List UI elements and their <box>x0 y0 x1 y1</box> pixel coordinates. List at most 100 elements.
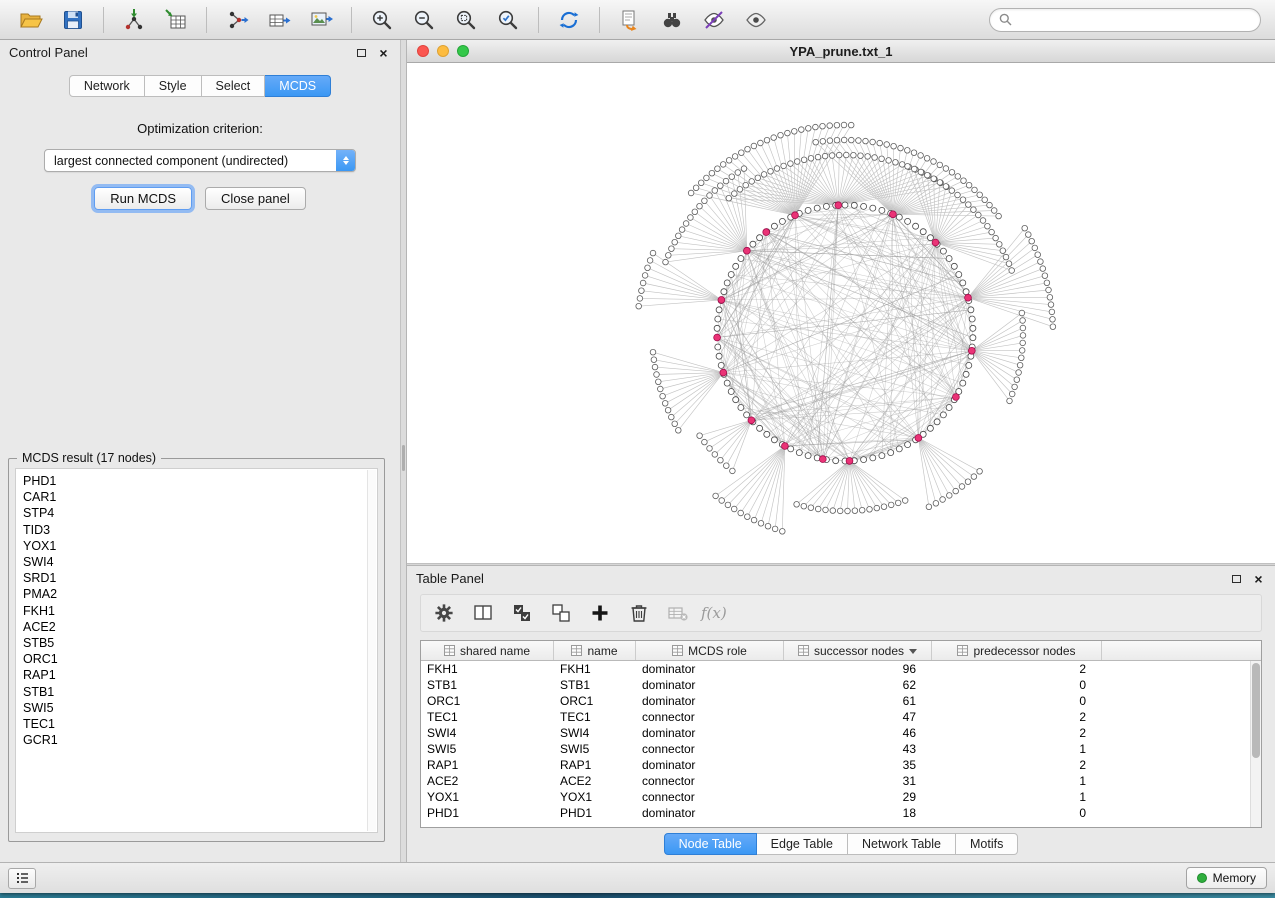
mcds-result-item[interactable]: TEC1 <box>23 716 377 732</box>
result-list-scrollbar[interactable] <box>367 470 376 831</box>
table-panel: Table Panel × f(x) shared namenameMCDS r… <box>407 566 1275 862</box>
zoom-selected-button[interactable] <box>487 4 529 36</box>
save-session-button[interactable] <box>52 4 94 36</box>
table-row[interactable]: TEC1TEC1connector472 <box>421 709 1250 725</box>
mcds-result-item[interactable]: STB1 <box>23 684 377 700</box>
mcds-result-item[interactable]: PMA2 <box>23 586 377 602</box>
network-window-titlebar[interactable]: YPA_prune.txt_1 <box>407 40 1275 63</box>
function-builder-button[interactable]: f(x) <box>701 604 727 622</box>
export-network-icon <box>225 8 249 32</box>
zoom-out-button[interactable] <box>403 4 445 36</box>
mcds-result-item[interactable]: RAP1 <box>23 667 377 683</box>
hide-details-button[interactable] <box>693 4 735 36</box>
mcds-result-item[interactable]: SWI5 <box>23 700 377 716</box>
table-row[interactable]: FKH1FKH1dominator962 <box>421 661 1250 677</box>
main-toolbar <box>0 0 1275 40</box>
mcds-result-item[interactable]: ORC1 <box>23 651 377 667</box>
mcds-result-item[interactable]: CAR1 <box>23 489 377 505</box>
network-canvas[interactable] <box>407 63 1275 563</box>
close-panel-action-button[interactable]: Close panel <box>205 187 306 210</box>
show-details-button[interactable] <box>735 4 777 36</box>
table-toolbar: f(x) <box>420 594 1262 632</box>
export-network-button[interactable] <box>216 4 258 36</box>
float-panel-button[interactable] <box>354 45 369 60</box>
table-row[interactable]: ORC1ORC1dominator610 <box>421 693 1250 709</box>
run-mcds-button[interactable]: Run MCDS <box>94 187 192 210</box>
search-input[interactable] <box>1018 13 1251 27</box>
sort-menu-chevron-icon[interactable] <box>909 649 917 658</box>
mcds-result-item[interactable]: PHD1 <box>23 473 377 489</box>
mcds-result-item[interactable]: GCR1 <box>23 732 377 748</box>
tab-network[interactable]: Network <box>69 75 145 97</box>
toolbar-icon-groups <box>10 4 777 36</box>
table-tab-edge-table[interactable]: Edge Table <box>757 833 848 855</box>
memory-button[interactable]: Memory <box>1186 867 1267 889</box>
first-neighbors-button[interactable] <box>651 4 693 36</box>
column-header-mcds-role[interactable]: MCDS role <box>636 641 784 660</box>
column-type-icon <box>571 645 582 656</box>
close-window-button[interactable] <box>417 45 429 57</box>
tab-mcds[interactable]: MCDS <box>265 75 331 97</box>
mcds-result-item[interactable]: ACE2 <box>23 619 377 635</box>
import-table-button[interactable] <box>155 4 197 36</box>
tab-style[interactable]: Style <box>145 75 202 97</box>
column-header-successor-nodes[interactable]: successor nodes <box>784 641 932 660</box>
column-header-predecessor-nodes[interactable]: predecessor nodes <box>932 641 1102 660</box>
mcds-result-item[interactable]: TID3 <box>23 522 377 538</box>
table-scrollbar[interactable] <box>1250 661 1261 827</box>
panel-menu-button[interactable] <box>8 868 36 889</box>
table-tab-motifs[interactable]: Motifs <box>956 833 1018 855</box>
table-panel-title: Table Panel <box>416 571 1222 586</box>
search-box[interactable] <box>989 8 1261 32</box>
toggle-columns-icon <box>471 601 495 625</box>
zoom-fit-button[interactable] <box>445 4 487 36</box>
table-row[interactable]: SWI5SWI5connector431 <box>421 741 1250 757</box>
minimize-window-button[interactable] <box>437 45 449 57</box>
maximize-window-button[interactable] <box>457 45 469 57</box>
clone-network-button[interactable] <box>609 4 651 36</box>
table-tab-network-table[interactable]: Network Table <box>848 833 956 855</box>
deselect-all-rows-button[interactable] <box>544 598 578 628</box>
export-table-button[interactable] <box>258 4 300 36</box>
tab-select[interactable]: Select <box>202 75 266 97</box>
close-panel-button[interactable]: × <box>376 45 391 60</box>
open-session-button[interactable] <box>10 4 52 36</box>
cell-predecessor_nodes: 1 <box>932 773 1102 789</box>
mcds-result-list[interactable]: PHD1CAR1STP4TID3YOX1SWI4SRD1PMA2FKH1ACE2… <box>15 468 378 833</box>
panel-splitter[interactable] <box>400 40 407 862</box>
network-graph <box>407 63 1275 563</box>
import-network-button[interactable] <box>113 4 155 36</box>
optimization-criterion-select[interactable]: largest connected component (undirected) <box>44 149 356 172</box>
mcds-result-item[interactable]: STB5 <box>23 635 377 651</box>
add-row-button[interactable] <box>583 598 617 628</box>
mcds-result-item[interactable]: STP4 <box>23 505 377 521</box>
row-batch-disabled-button[interactable] <box>661 598 695 628</box>
float-table-panel-button[interactable] <box>1229 571 1244 586</box>
table-settings-button[interactable] <box>427 598 461 628</box>
hide-details-icon <box>702 8 726 32</box>
table-tab-node-table[interactable]: Node Table <box>664 833 757 855</box>
table-row[interactable]: PHD1PHD1dominator180 <box>421 805 1250 821</box>
mcds-result-item[interactable]: SWI4 <box>23 554 377 570</box>
mcds-result-item[interactable]: SRD1 <box>23 570 377 586</box>
zoom-in-button[interactable] <box>361 4 403 36</box>
mcds-result-item[interactable]: YOX1 <box>23 538 377 554</box>
column-header-shared-name[interactable]: shared name <box>421 641 554 660</box>
table-row[interactable]: ACE2ACE2connector311 <box>421 773 1250 789</box>
mcds-result-item[interactable]: FKH1 <box>23 603 377 619</box>
column-header-name[interactable]: name <box>554 641 636 660</box>
export-image-button[interactable] <box>300 4 342 36</box>
table-row[interactable]: SWI4SWI4dominator462 <box>421 725 1250 741</box>
delete-rows-button[interactable] <box>622 598 656 628</box>
table-scrollbar-thumb[interactable] <box>1252 663 1260 758</box>
refresh-network-button[interactable] <box>548 4 590 36</box>
table-header-row: shared namenameMCDS rolesuccessor nodesp… <box>421 641 1261 661</box>
close-table-panel-button[interactable]: × <box>1251 571 1266 586</box>
table-row[interactable]: STB1STB1dominator620 <box>421 677 1250 693</box>
select-all-rows-button[interactable] <box>505 598 539 628</box>
table-row[interactable]: RAP1RAP1dominator352 <box>421 757 1250 773</box>
table-row[interactable]: YOX1YOX1connector291 <box>421 789 1250 805</box>
cell-predecessor_nodes: 2 <box>932 757 1102 773</box>
toggle-columns-button[interactable] <box>466 598 500 628</box>
cell-shared_name: YOX1 <box>421 789 554 805</box>
